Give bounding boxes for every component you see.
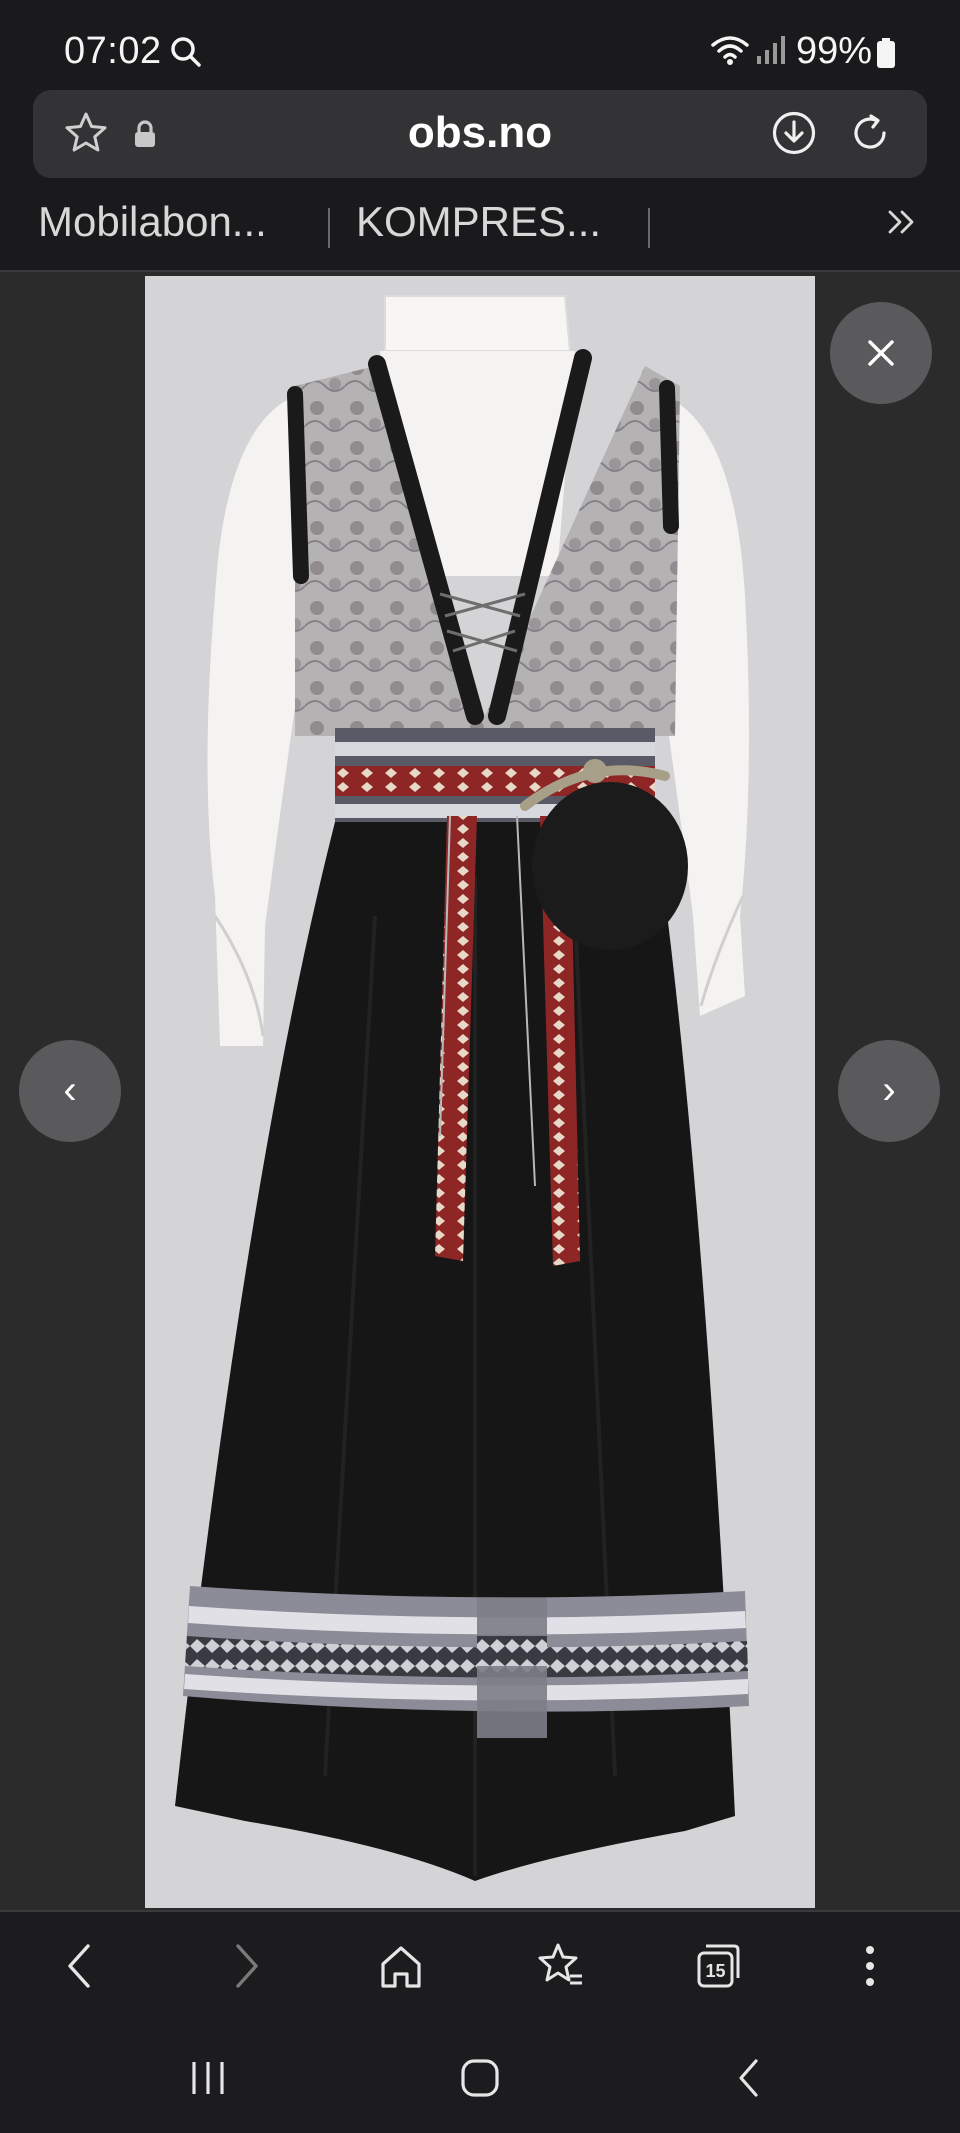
close-icon <box>868 340 894 366</box>
reload-icon[interactable] <box>847 110 893 161</box>
close-button[interactable] <box>830 302 932 404</box>
tabs-count: 15 <box>705 1961 725 1981</box>
back-icon[interactable] <box>734 2058 764 2103</box>
status-time: 07:02 <box>64 30 162 72</box>
tabs-icon[interactable]: 15 <box>694 1940 744 1997</box>
back-icon[interactable] <box>58 1940 102 1997</box>
system-navigation-bar <box>0 2022 960 2133</box>
chevron-double-right-icon[interactable] <box>886 206 918 243</box>
browser-toolbar: 15 <box>0 1910 960 2022</box>
wifi-icon <box>710 34 750 71</box>
forward-icon[interactable] <box>224 1940 268 1997</box>
battery-percent: 99% <box>796 30 873 72</box>
recents-icon[interactable] <box>188 2060 228 2101</box>
next-image-button[interactable]: › <box>838 1040 940 1142</box>
url-bar[interactable]: obs.no <box>33 90 927 178</box>
bookmarks-icon[interactable] <box>536 1940 586 1997</box>
bookmark-divider <box>328 208 330 248</box>
search-icon <box>170 36 202 73</box>
download-icon[interactable] <box>771 110 817 161</box>
signal-icon <box>756 36 786 69</box>
bookmark-kompres[interactable]: KOMPRES... <box>356 198 601 246</box>
home-icon[interactable] <box>378 1940 424 1997</box>
browser-top-chrome: obs.no Mobilabon... KOMPRES... <box>0 90 960 272</box>
product-photo-bunad[interactable] <box>145 276 815 1908</box>
status-bar: 07:02 99% <box>0 0 960 90</box>
bookmark-divider <box>648 208 650 248</box>
bookmark-mobilabonnement[interactable]: Mobilabon... <box>38 198 267 246</box>
battery-icon <box>876 38 896 73</box>
previous-image-button[interactable]: ‹ <box>19 1040 121 1142</box>
lock-icon <box>133 120 157 153</box>
menu-icon[interactable] <box>862 1940 878 1997</box>
star-icon[interactable] <box>63 110 109 161</box>
image-viewer: ‹ › <box>0 272 960 1910</box>
home-icon[interactable] <box>460 2058 500 2103</box>
bookmarks-bar: Mobilabon... KOMPRES... <box>0 190 960 266</box>
